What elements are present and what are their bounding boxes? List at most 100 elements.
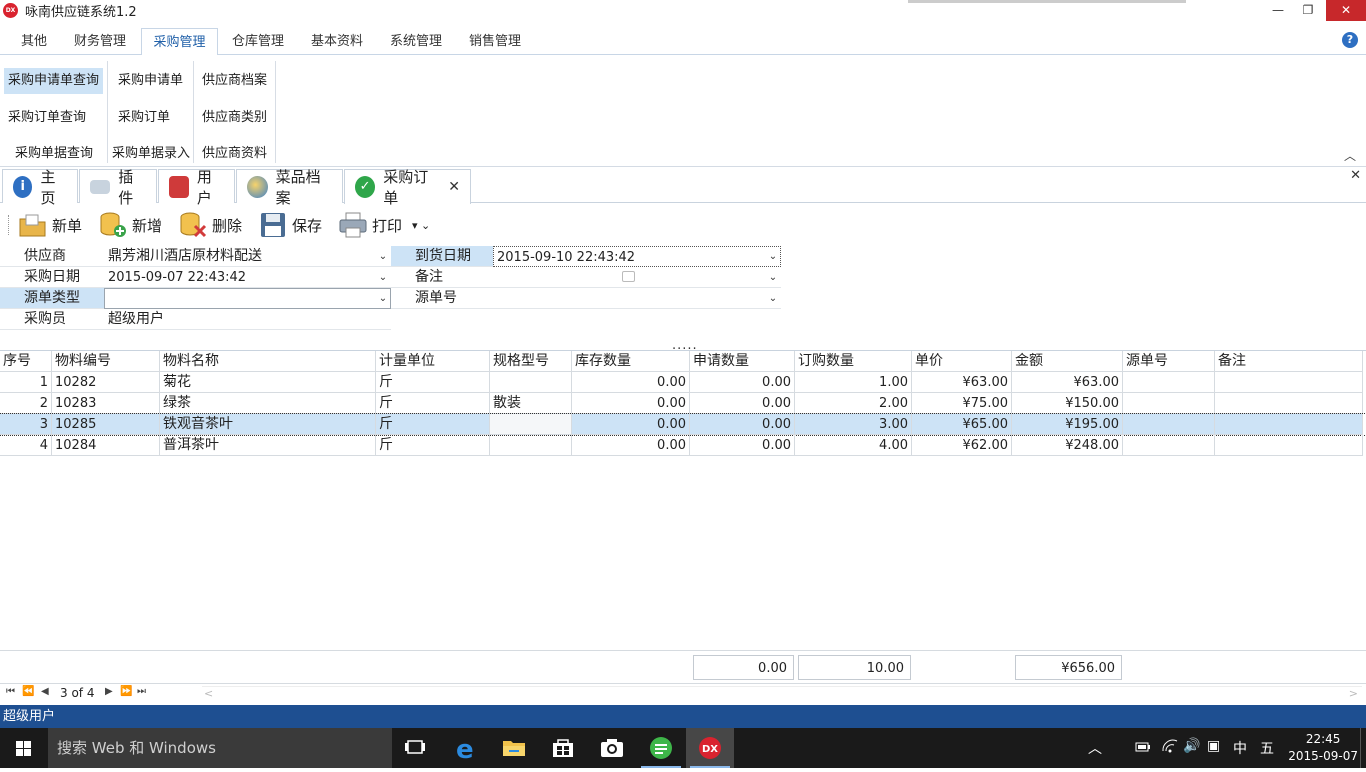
cell-spec[interactable] xyxy=(490,435,572,456)
show-desktop-button[interactable] xyxy=(1360,728,1366,768)
cell-apply[interactable]: 0.00 xyxy=(690,393,795,414)
cell-src[interactable] xyxy=(1123,372,1215,393)
ribbon-btn-pr[interactable]: 采购申请单 xyxy=(114,68,187,94)
cell-amount[interactable]: ¥248.00 xyxy=(1012,435,1123,456)
cell-spec[interactable] xyxy=(490,414,572,435)
table-row[interactable]: 3 10285 铁观音茶叶斤 0.00 0.00 3.00 ¥65.00 ¥195.00 xyxy=(0,413,1366,436)
horizontal-scrollbar[interactable]: < > xyxy=(202,686,1362,702)
cell-name[interactable]: 普洱茶叶 xyxy=(160,435,376,456)
cell-name[interactable]: 铁观音茶叶 xyxy=(160,414,376,435)
cell-stock[interactable]: 0.00 xyxy=(572,435,690,456)
cell-seq[interactable]: 3 xyxy=(0,414,52,435)
taskbar-clock[interactable]: 22:45 2015-09-07 xyxy=(1288,731,1358,765)
ribbon-btn-po-query[interactable]: 采购订单查询 xyxy=(4,105,90,131)
memo-icon[interactable] xyxy=(622,271,635,282)
cell-name[interactable]: 绿茶 xyxy=(160,393,376,414)
buyer-field[interactable]: 超级用户 xyxy=(104,309,391,330)
cell-spec[interactable]: 散装 xyxy=(490,393,572,414)
ribbon-tab-basic-data[interactable]: 基本资料 xyxy=(303,28,371,55)
doc-tab-plugin[interactable]: 插件 xyxy=(79,168,157,207)
column-header[interactable]: 订购数量 xyxy=(795,351,912,372)
volume-icon[interactable]: 🔊 xyxy=(1183,738,1200,754)
source-type-dropdown-icon[interactable]: ⌄ xyxy=(375,289,391,308)
ribbon-btn-pr-query[interactable]: 采购申请单查询 xyxy=(4,68,104,94)
source-no-field[interactable] xyxy=(493,288,781,309)
arrival-date-field[interactable]: 2015-09-10 22:43:42 xyxy=(493,246,781,267)
cell-unit[interactable]: 斤 xyxy=(376,435,490,456)
cell-order[interactable]: 4.00 xyxy=(795,435,912,456)
cell-seq[interactable]: 2 xyxy=(0,393,52,414)
cell-order[interactable]: 3.00 xyxy=(795,414,912,435)
help-icon[interactable]: ? xyxy=(1342,32,1358,48)
edge-browser-icon[interactable]: e xyxy=(441,728,489,768)
green-app-icon[interactable] xyxy=(637,728,685,768)
cell-code[interactable]: 10283 xyxy=(52,393,160,414)
cell-order[interactable]: 1.00 xyxy=(795,372,912,393)
cell-amount[interactable]: ¥195.00 xyxy=(1012,414,1123,435)
camera-app-icon[interactable] xyxy=(588,728,636,768)
add-button[interactable]: 新增 xyxy=(98,209,162,241)
restore-button[interactable]: ❐ xyxy=(1292,0,1324,21)
column-header[interactable]: 申请数量 xyxy=(690,351,795,372)
cell-code[interactable]: 10282 xyxy=(52,372,160,393)
ribbon-tab-other[interactable]: 其他 xyxy=(12,28,56,55)
doc-tab-users[interactable]: 用户 xyxy=(158,168,235,207)
cell-amount[interactable]: ¥150.00 xyxy=(1012,393,1123,414)
last-record-icon[interactable]: ⏭ xyxy=(137,686,146,697)
source-type-field[interactable] xyxy=(104,288,391,309)
tray-overflow-icon[interactable]: ︿ xyxy=(1088,738,1102,758)
supplier-field[interactable]: 鼎芳湘川酒店原材料配送 xyxy=(104,246,391,267)
ribbon-tab-sales[interactable]: 销售管理 xyxy=(461,28,529,55)
file-explorer-icon[interactable] xyxy=(490,728,538,768)
cell-unit[interactable]: 斤 xyxy=(376,414,490,435)
cell-code[interactable]: 10284 xyxy=(52,435,160,456)
ribbon-btn-supplier-category[interactable]: 供应商类别 xyxy=(198,105,271,131)
cell-apply[interactable]: 0.00 xyxy=(690,372,795,393)
start-button[interactable] xyxy=(0,728,48,768)
save-button[interactable]: 保存 xyxy=(258,209,322,241)
cell-price[interactable]: ¥62.00 xyxy=(912,435,1012,456)
purchase-date-dropdown-icon[interactable]: ⌄ xyxy=(375,268,391,287)
cell-remark[interactable] xyxy=(1215,414,1363,435)
delete-button[interactable]: 删除 xyxy=(178,209,242,241)
cell-price[interactable]: ¥65.00 xyxy=(912,414,1012,435)
cell-stock[interactable]: 0.00 xyxy=(572,414,690,435)
prev-page-icon[interactable]: ⏪ xyxy=(22,686,34,697)
cell-unit[interactable]: 斤 xyxy=(376,372,490,393)
cell-spec[interactable] xyxy=(490,372,572,393)
cell-name[interactable]: 菊花 xyxy=(160,372,376,393)
print-dropdown-icon[interactable]: ▾ ⌄ xyxy=(412,209,430,241)
cell-stock[interactable]: 0.00 xyxy=(572,393,690,414)
store-icon[interactable] xyxy=(539,728,587,768)
cell-apply[interactable]: 0.00 xyxy=(690,414,795,435)
ribbon-tab-system[interactable]: 系统管理 xyxy=(382,28,450,55)
ribbon-tab-warehouse[interactable]: 仓库管理 xyxy=(224,28,292,55)
ribbon-btn-doc-entry[interactable]: 采购单据录入 xyxy=(108,141,194,167)
column-header[interactable]: 规格型号 xyxy=(490,351,572,372)
cell-code[interactable]: 10285 xyxy=(52,414,160,435)
cell-seq[interactable]: 1 xyxy=(0,372,52,393)
column-header[interactable]: 备注 xyxy=(1215,351,1363,372)
close-document-icon[interactable]: ✕ xyxy=(1350,168,1361,183)
cell-src[interactable] xyxy=(1123,435,1215,456)
print-button[interactable]: 打印 xyxy=(338,209,402,241)
prev-record-icon[interactable]: ◀ xyxy=(41,686,49,697)
column-header[interactable]: 源单号 xyxy=(1123,351,1215,372)
column-header[interactable]: 物料名称 xyxy=(160,351,376,372)
scroll-left-icon[interactable]: < xyxy=(204,687,213,700)
column-header[interactable]: 库存数量 xyxy=(572,351,690,372)
new-doc-button[interactable]: 新单 xyxy=(18,209,82,241)
ime-indicator[interactable]: 五 xyxy=(1260,738,1274,758)
cell-remark[interactable] xyxy=(1215,372,1363,393)
column-header[interactable]: 单价 xyxy=(912,351,1012,372)
cell-remark[interactable] xyxy=(1215,435,1363,456)
purchase-date-field[interactable]: 2015-09-07 22:43:42 xyxy=(104,267,391,288)
cell-src[interactable] xyxy=(1123,414,1215,435)
column-header[interactable]: 计量单位 xyxy=(376,351,490,372)
ribbon-btn-supplier-info[interactable]: 供应商资料 xyxy=(198,141,271,167)
cell-price[interactable]: ¥63.00 xyxy=(912,372,1012,393)
next-record-icon[interactable]: ▶ xyxy=(105,686,113,697)
doc-tab-purchase-order[interactable]: ✓ 采购订单 ✕ xyxy=(344,168,471,207)
tab-close-icon[interactable]: ✕ xyxy=(448,179,460,195)
cell-apply[interactable]: 0.00 xyxy=(690,435,795,456)
